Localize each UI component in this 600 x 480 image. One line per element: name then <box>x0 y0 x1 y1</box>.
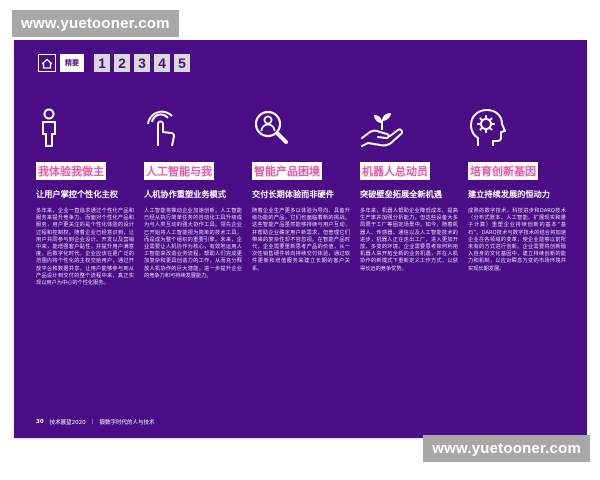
nav-section-2[interactable]: 2 <box>114 54 130 72</box>
trend-column-4: 机器人总动员 突破壁垒拓展全新机遇 多年来，机器人帮助企业降低成本、提高生产率并… <box>360 106 458 406</box>
watermark-top: www.yuetooner.com <box>12 10 179 37</box>
page-footer: 30 技术展望2020 | 锻数字时代的人与技术 <box>36 418 155 426</box>
trend-body-4: 多年来，机器人帮助企业降低成本、提高生产率并加强分析能力。但这些设备大多局限于工… <box>360 208 458 272</box>
trend-column-1: 我体验我做主 让用户掌控个性化主权 多年来，企业一直追求通过个性化产品和服务来提… <box>36 106 134 406</box>
person-icon <box>42 108 56 147</box>
watermark-bottom: www.yuetooner.com <box>423 435 590 462</box>
trend-subtitle-4: 突破壁垒拓展全新机遇 <box>360 189 442 199</box>
nav-summary-label[interactable]: 精要 <box>60 54 84 72</box>
trend-heading-2: 人工智能与我 <box>144 162 214 180</box>
report-subtitle: 锻数字时代的人与技术 <box>99 420 155 426</box>
trend-body-1: 多年来，企业一直追求通过个性化产品和服务来提升竞争力。而面对个性化产品和服务，用… <box>36 208 134 287</box>
trend-subtitle-2: 人机协作重塑业务模式 <box>144 189 226 199</box>
trend-subtitle-5: 建立持续发展的恒动力 <box>468 189 550 199</box>
magnifier-person-icon <box>254 110 288 144</box>
home-icon[interactable] <box>38 54 56 72</box>
section-navigation: 精要 1 2 3 4 5 <box>38 54 190 72</box>
touch-hand-icon <box>147 110 175 147</box>
head-gear-icon <box>470 109 506 146</box>
nav-section-4[interactable]: 4 <box>154 54 170 72</box>
trend-body-5: 成熟的数字技术，科技进步和DARQ技术（分布式账本、人工智能、扩展现实和量子计算… <box>468 208 566 272</box>
trend-column-5: 培育创新基因 建立持续发展的恒动力 成熟的数字技术，科技进步和DARQ技术（分布… <box>468 106 566 406</box>
trend-subtitle-1: 让用户掌控个性化主权 <box>36 189 118 199</box>
trend-heading-1: 我体验我做主 <box>36 162 106 180</box>
nav-section-3[interactable]: 3 <box>134 54 150 72</box>
page-number: 30 <box>36 419 44 425</box>
nav-section-1[interactable]: 1 <box>94 54 110 72</box>
nav-section-5[interactable]: 5 <box>174 54 190 72</box>
magazine-page: 精要 1 2 3 4 5 我体验我做主 让用户掌控个性化主权 多年来，企业一直追… <box>14 40 587 438</box>
trend-heading-4: 机器人总动员 <box>360 162 430 180</box>
trend-column-2: 人工智能与我 人机协作重塑业务模式 人工智能将推动企业加速创新。人工智能已经从执… <box>144 106 242 406</box>
trend-body-3: 随着企业生产更多以体验为导向、具备升级功能的产品，它们也面临着新的挑战。这些智能… <box>252 208 350 272</box>
trend-heading-5: 培育创新基因 <box>468 162 538 180</box>
trend-body-2: 人工智能将推动企业加速创新。人工智能已经从执行简单任务的自动化工具升级成为与人类… <box>144 208 242 279</box>
trend-columns: 我体验我做主 让用户掌控个性化主权 多年来，企业一直追求通过个性化产品和服务来提… <box>36 106 566 406</box>
hand-plant-icon <box>361 113 403 147</box>
trend-column-3: 智能产品困境 交付长期体验而非硬件 随着企业生产更多以体验为导向、具备升级功能的… <box>252 106 350 406</box>
report-name: 技术展望2020 <box>49 420 86 426</box>
trend-heading-3: 智能产品困境 <box>252 162 322 180</box>
footer-separator: | <box>91 419 94 425</box>
trend-subtitle-3: 交付长期体验而非硬件 <box>252 189 334 199</box>
